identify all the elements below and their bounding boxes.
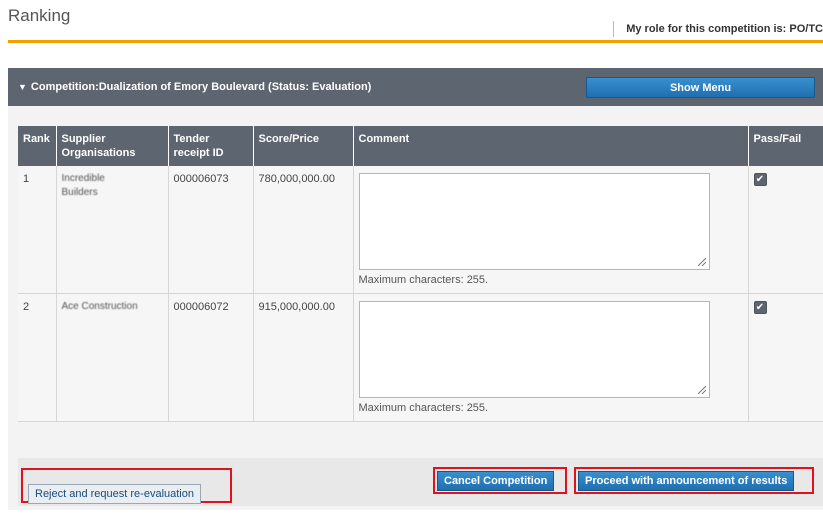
competition-toggle[interactable]: ▼ Competition:Dualization of Emory Boulev…	[18, 81, 371, 93]
tender-id-cell: 000006072	[168, 293, 254, 422]
cancel-competition-button[interactable]: Cancel Competition	[437, 471, 555, 491]
table-row: 2 Ace Construction 000006072 915,000,000…	[18, 293, 823, 422]
header-divider	[8, 40, 823, 43]
table-header-row: Rank Supplier Organisations Tender recei…	[18, 126, 823, 166]
reject-highlight: Reject and request re-evaluation	[21, 468, 232, 504]
pass-checkbox[interactable]: ✔	[753, 301, 767, 314]
score-cell: 780,000,000.00	[253, 166, 354, 294]
rank-cell: 2	[18, 293, 57, 422]
supplier-cell: Ace Construction	[56, 293, 169, 422]
score-cell: 915,000,000.00	[253, 293, 354, 422]
column-header-rank: Rank	[18, 126, 57, 166]
reject-button[interactable]: Reject and request re-evaluation	[28, 484, 201, 504]
competition-title: Competition:Dualization of Emory Bouleva…	[30, 81, 372, 93]
competition-bar: ▼ Competition:Dualization of Emory Boulev…	[8, 68, 823, 106]
table-row: 1 Incredible Builders 000006073 780,000,…	[18, 166, 823, 294]
comment-textarea[interactable]	[358, 173, 710, 270]
supplier-name-line1: Incredible	[61, 173, 105, 184]
checkmark-icon: ✔	[755, 174, 765, 185]
supplier-cell: Incredible Builders	[56, 166, 169, 294]
column-header-tender-id: Tender receipt ID	[168, 126, 254, 166]
proceed-announcement-button[interactable]: Proceed with announcement of results	[578, 471, 795, 491]
pass-checkbox[interactable]: ✔	[753, 173, 767, 186]
tender-id-cell: 000006073	[168, 166, 254, 294]
role-indicator: My role for this competition is: PO/TC	[613, 21, 823, 37]
max-characters-hint: Maximum characters: 255.	[358, 402, 489, 414]
ranking-table: Rank Supplier Organisations Tender recei…	[18, 126, 823, 422]
supplier-name-line1: Ace Construction	[61, 301, 138, 312]
comment-cell: Maximum characters: 255.	[353, 293, 749, 422]
ranking-panel: Rank Supplier Organisations Tender recei…	[8, 106, 823, 510]
column-header-supplier: Supplier Organisations	[56, 126, 169, 166]
cancel-highlight: Cancel Competition	[433, 467, 567, 494]
show-menu-button[interactable]: Show Menu	[586, 77, 815, 98]
checkmark-icon: ✔	[755, 302, 765, 313]
chevron-down-icon: ▼	[18, 82, 27, 92]
action-bar: Reject and request re-evaluation Cancel …	[18, 458, 823, 506]
pass-fail-cell: ✔	[748, 293, 823, 422]
resize-grip-icon[interactable]	[697, 385, 706, 394]
page-title: Ranking	[8, 6, 71, 25]
column-header-score: Score/Price	[253, 126, 354, 166]
proceed-highlight: Proceed with announcement of results	[574, 467, 814, 494]
column-header-comment: Comment	[353, 126, 749, 166]
rank-cell: 1	[18, 166, 57, 294]
comment-cell: Maximum characters: 255.	[353, 166, 749, 294]
column-header-pass-fail: Pass/Fail	[748, 126, 823, 166]
resize-grip-icon[interactable]	[697, 257, 706, 266]
max-characters-hint: Maximum characters: 255.	[358, 274, 489, 286]
supplier-name-line2: Builders	[61, 187, 98, 198]
pass-fail-cell: ✔	[748, 166, 823, 294]
comment-textarea[interactable]	[358, 301, 710, 398]
